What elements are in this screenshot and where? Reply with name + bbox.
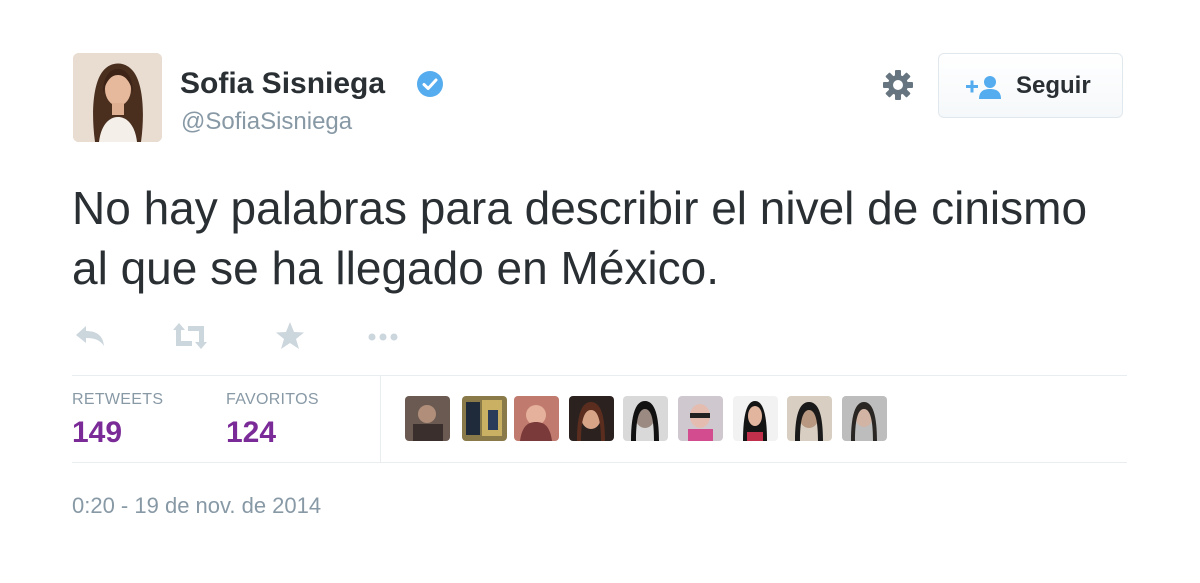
- engager-avatar[interactable]: [405, 396, 450, 441]
- engager-avatar[interactable]: [787, 396, 832, 441]
- stats-top-divider: [72, 375, 1127, 376]
- stats-bottom-divider: [72, 462, 1127, 463]
- engager-avatar[interactable]: [623, 396, 668, 441]
- retweets-count[interactable]: 149: [72, 416, 122, 450]
- follow-label: Seguir: [1016, 72, 1091, 99]
- tweet-timestamp[interactable]: 0:20 - 19 de nov. de 2014: [72, 492, 321, 520]
- engager-avatar[interactable]: [678, 396, 723, 441]
- engager-avatar[interactable]: [569, 396, 614, 441]
- tweet-text: No hay palabras para describir el nivel …: [72, 182, 1088, 294]
- favorites-label[interactable]: FAVORITOS: [226, 390, 319, 410]
- retweets-label[interactable]: RETWEETS: [72, 390, 163, 410]
- verified-badge-icon: [416, 70, 444, 98]
- author-handle[interactable]: @SofiaSisniega: [181, 107, 352, 137]
- author-avatar[interactable]: [73, 53, 162, 142]
- gear-icon[interactable]: [880, 67, 916, 103]
- engager-avatar[interactable]: [514, 396, 559, 441]
- author-name[interactable]: Sofia Sisniega: [180, 66, 385, 102]
- more-dots-icon[interactable]: [364, 318, 404, 354]
- add-user-icon: [966, 74, 1002, 100]
- retweet-icon[interactable]: [170, 318, 210, 354]
- engager-avatar[interactable]: [733, 396, 778, 441]
- engager-avatar[interactable]: [462, 396, 507, 441]
- engager-avatar[interactable]: [842, 396, 887, 441]
- reply-icon[interactable]: [72, 318, 108, 354]
- favorites-count[interactable]: 124: [226, 416, 276, 450]
- stats-vertical-divider: [380, 376, 381, 462]
- follow-button[interactable]: Seguir: [938, 53, 1123, 118]
- favorite-star-icon[interactable]: [272, 318, 308, 354]
